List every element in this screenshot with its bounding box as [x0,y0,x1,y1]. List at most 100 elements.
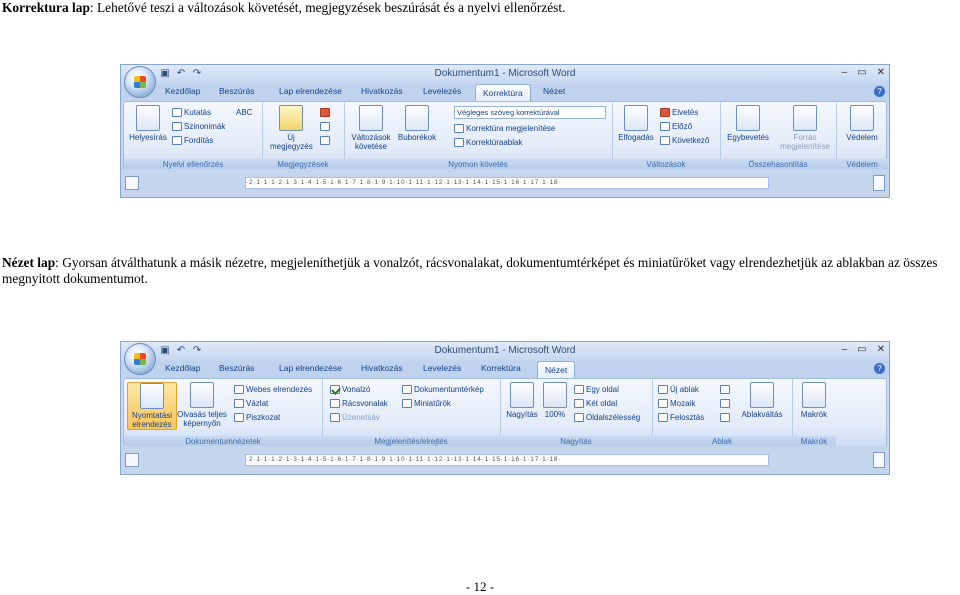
checkbox-icon [330,399,340,408]
view-ruler-icon[interactable] [873,452,885,468]
tab-korrektura[interactable]: Korrektúra [475,84,531,102]
tab-selector[interactable] [125,453,139,467]
checkbox-icon [402,399,412,408]
tab-lap-elrendezese[interactable]: Lap elrendezése [279,86,342,96]
thumbnails-checkbox[interactable]: Miniatűrök [402,399,451,408]
help-icon[interactable]: ? [874,86,885,97]
tab-nezet[interactable]: Nézet [537,361,576,379]
tab-levelezes[interactable]: Levelezés [423,363,461,373]
compare-button[interactable]: Egybevetés [724,105,772,142]
show-source-button[interactable]: Forrás megjelenítése [780,105,830,151]
group-megjelenites-elrejtes: Vonalzó Rácsvonalak Üzenetsáv Dokumentum… [322,379,501,447]
new-comment-button[interactable]: Új megjegyzés [270,105,313,151]
show-markup-label: Korrektúra megjelenítése [466,124,556,133]
page-width-button[interactable]: Oldalszélesség [574,413,640,422]
group-vedelem: Védelem Védelem [836,102,888,170]
zoom-100-button[interactable]: 100% [542,382,568,419]
tab-lap-elrendezese[interactable]: Lap elrendezése [279,363,342,373]
tab-nezet[interactable]: Nézet [543,86,565,96]
minimize-button[interactable]: – [842,344,848,355]
close-button[interactable]: ✕ [877,67,885,78]
reject-button[interactable]: Elvetés [660,108,698,117]
accept-button[interactable]: Elfogadás [616,105,656,142]
new-window-label: Új ablak [670,385,699,394]
new-window-button[interactable]: Új ablak [658,385,699,394]
title-bar: ▣ ↶ ↷ Dokumentum1 - Microsoft Word – ▭ ✕ [121,65,889,84]
macros-button[interactable]: Makrók [796,382,832,419]
translate-button[interactable]: Fordítás [172,136,213,145]
next-comment-button[interactable] [320,136,330,145]
macros-icon [802,382,826,408]
split-label: Felosztás [670,413,705,422]
protect-button[interactable]: Védelem [842,105,882,142]
balloons-button[interactable]: Buborékok [396,105,438,142]
zoom-button[interactable]: Nagyítás [504,382,540,419]
office-button[interactable] [124,66,156,98]
print-layout-button[interactable]: Nyomtatási elrendezés [127,382,177,430]
tab-hivatkozas[interactable]: Hivatkozás [361,86,403,96]
tab-kezdolap[interactable]: Kezdőlap [165,86,200,96]
print-layout-label: Nyomtatási elrendezés [131,411,172,429]
reviewing-pane-button[interactable]: Korrektúraablak [454,138,522,147]
web-layout-button[interactable]: Webes elrendezés [234,385,312,394]
help-icon[interactable]: ? [874,363,885,374]
markup-display-select[interactable]: Végleges szöveg korrektúrával [454,106,606,119]
one-page-label: Egy oldal [586,385,619,394]
sync-scroll-button[interactable] [720,399,730,408]
tab-beszuras[interactable]: Beszúrás [219,363,254,373]
new-window-icon [658,385,668,394]
web-layout-label: Webes elrendezés [246,385,313,394]
message-bar-checkbox[interactable]: Üzenetsáv [330,413,380,422]
view-ruler-icon[interactable] [873,175,885,191]
tab-korrektura[interactable]: Korrektúra [481,363,521,373]
delete-icon [320,108,330,117]
tab-beszuras[interactable]: Beszúrás [219,86,254,96]
paragraph-heading: Korrektura lap [2,0,90,15]
side-by-side-button[interactable] [720,385,730,394]
tab-selector[interactable] [125,176,139,190]
arrange-all-button[interactable]: Mozaik [658,399,695,408]
show-markup-button[interactable]: Korrektúra megjelenítése [454,124,555,133]
close-button[interactable]: ✕ [877,344,885,355]
abc-button[interactable]: ABC [236,108,252,117]
two-pages-button[interactable]: Két oldal [574,399,617,408]
track-changes-button[interactable]: Változások követése [348,105,394,151]
delete-comment-button[interactable] [320,108,330,117]
switch-windows-label: Ablakváltás [741,410,783,419]
paragraph-heading: Nézet lap [2,255,56,270]
message-bar-label: Üzenetsáv [342,413,380,422]
maximize-button[interactable]: ▭ [857,67,866,78]
tab-levelezes[interactable]: Levelezés [423,86,461,96]
group-nyomon-kovetes: Változások követése Buborékok Végleges s… [344,102,613,170]
one-page-button[interactable]: Egy oldal [574,385,619,394]
previous-comment-button[interactable] [320,122,330,131]
side-by-side-icon [720,385,730,394]
minimize-button[interactable]: – [842,67,848,78]
horizontal-ruler[interactable]: ·2·1·1·1·2·1·3·1·4·1·5·1·6·1·7·1·8·1·9·1… [245,454,769,466]
reject-label: Elvetés [672,108,699,117]
reset-window-button[interactable] [720,413,730,422]
show-markup-icon [454,124,464,133]
split-button[interactable]: Felosztás [658,413,704,422]
full-screen-reading-button[interactable]: Olvasás teljes képernyőn [176,382,228,428]
tab-hivatkozas[interactable]: Hivatkozás [361,363,403,373]
switch-windows-button[interactable]: Ablakváltás [736,382,788,419]
draft-button[interactable]: Piszkozat [234,413,280,422]
document-map-checkbox[interactable]: Dokumentumtérkép [402,385,484,394]
maximize-button[interactable]: ▭ [857,344,866,355]
group-nyelvi-ellenorzes: Helyesírás Kutatás Szinonimák Fordítás A… [124,102,263,170]
gridlines-checkbox[interactable]: Rácsvonalak [330,399,388,408]
ruler-checkbox[interactable]: Vonalzó [330,385,370,394]
gridlines-label: Rácsvonalak [342,399,388,408]
spelling-button[interactable]: Helyesírás [128,105,168,142]
research-button[interactable]: Kutatás [172,108,211,117]
full-screen-reading-icon [190,382,214,408]
thesaurus-button[interactable]: Szinonimák [172,122,225,131]
previous-change-button[interactable]: Előző [660,122,692,131]
next-change-label: Következő [672,136,710,145]
outline-button[interactable]: Vázlat [234,399,268,408]
office-button[interactable] [124,343,156,375]
tab-kezdolap[interactable]: Kezdőlap [165,363,200,373]
next-change-button[interactable]: Következő [660,136,709,145]
horizontal-ruler[interactable]: ·2·1·1·1·2·1·3·1·4·1·5·1·6·1·7·1·8·1·9·1… [245,177,769,189]
